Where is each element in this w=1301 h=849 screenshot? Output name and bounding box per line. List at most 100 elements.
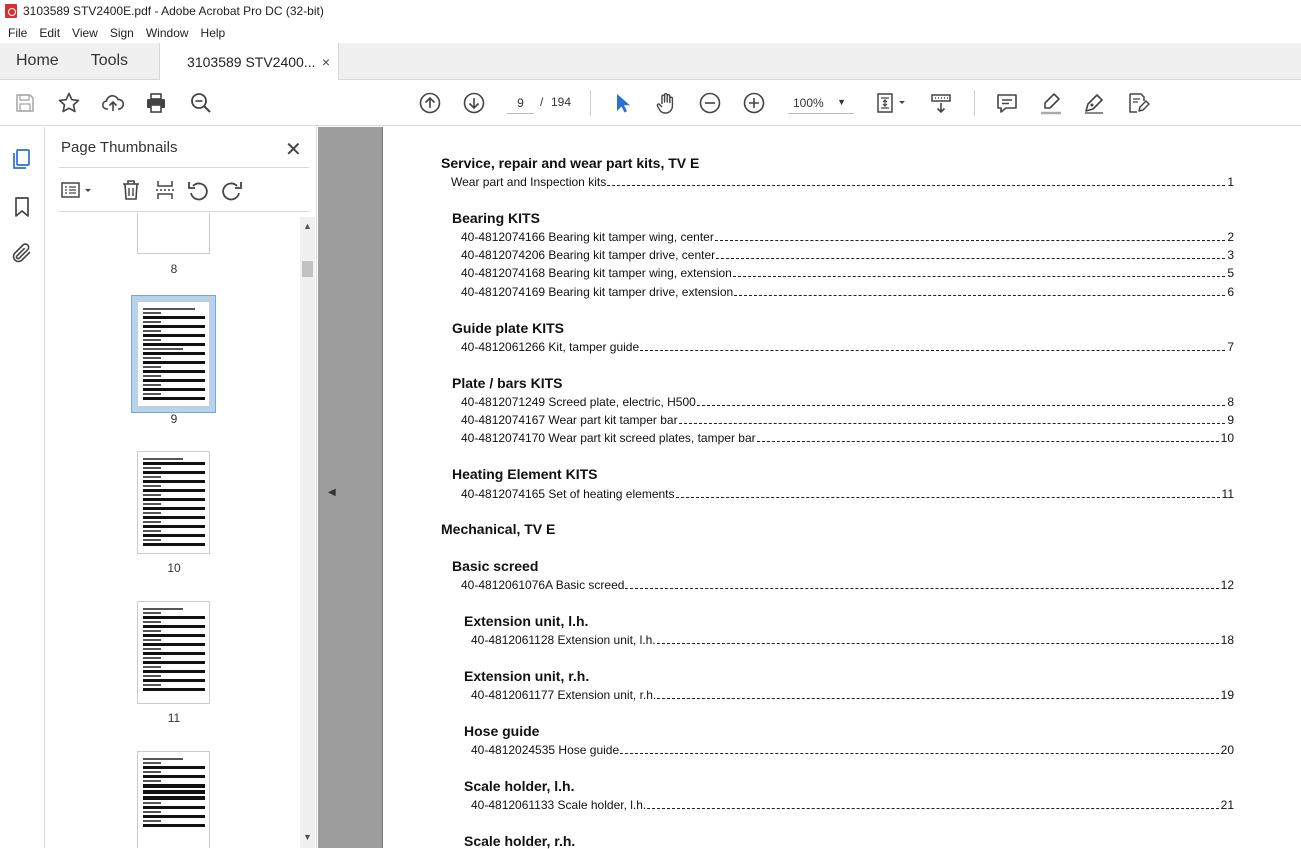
close-panel-icon[interactable]: ✕ bbox=[285, 137, 303, 161]
cloud-upload-icon[interactable] bbox=[100, 90, 126, 116]
next-page-icon[interactable] bbox=[461, 90, 487, 116]
thumbnail-label: 10 bbox=[167, 561, 181, 575]
menu-sign[interactable]: Sign bbox=[104, 26, 140, 40]
save-icon[interactable] bbox=[12, 90, 38, 116]
toc-entry[interactable]: Wear part and Inspection kits 1 bbox=[451, 175, 1234, 189]
print-icon[interactable] bbox=[143, 90, 169, 116]
menu-view[interactable]: View bbox=[66, 26, 104, 40]
toc-subgroup-heading: Extension unit, r.h. bbox=[464, 668, 590, 684]
zoom-in-icon[interactable] bbox=[741, 90, 767, 116]
rotate-right-icon[interactable] bbox=[220, 178, 244, 202]
navigation-rail bbox=[0, 127, 45, 848]
page-thumbnails-icon[interactable] bbox=[10, 147, 34, 171]
comment-icon[interactable] bbox=[994, 90, 1020, 116]
toc-entry[interactable]: 40-4812061128 Extension unit, l.h. 18 bbox=[471, 633, 1234, 647]
toc-subgroup-heading: Extension unit, l.h. bbox=[464, 613, 589, 629]
toc-subgroup-heading: Scale holder, r.h. bbox=[464, 833, 576, 849]
zoom-out-icon[interactable] bbox=[697, 90, 723, 116]
attachment-icon[interactable] bbox=[10, 241, 34, 265]
toc-group-heading: Plate / bars KITS bbox=[452, 375, 563, 391]
thumbnail-list: 8 9 10 11 bbox=[59, 213, 299, 848]
toc-group-heading: Bearing KITS bbox=[452, 210, 540, 226]
menu-edit[interactable]: Edit bbox=[33, 26, 66, 40]
tab-tools[interactable]: Tools bbox=[75, 43, 144, 79]
pdf-page: Service, repair and wear part kits, TV E… bbox=[382, 127, 1301, 849]
fill-sign-icon[interactable] bbox=[1125, 90, 1151, 116]
panel-divider bbox=[59, 211, 309, 212]
star-icon[interactable] bbox=[56, 90, 82, 116]
scrollbar-thumb[interactable] bbox=[302, 261, 313, 277]
toc-entry[interactable]: 40-4812074165 Set of heating elements 11 bbox=[461, 487, 1234, 501]
select-cursor-icon[interactable] bbox=[609, 90, 635, 116]
page-thumbnail-selected[interactable] bbox=[137, 301, 210, 407]
document-viewer: ◀ Service, repair and wear part kits, TV… bbox=[318, 127, 1301, 849]
zoom-level-value: 100% bbox=[793, 96, 824, 110]
scroll-down-icon[interactable]: ▼ bbox=[303, 832, 312, 842]
tab-bar: Home Tools 3103589 STV2400... × bbox=[0, 43, 1301, 80]
toc-group-heading: Heating Element KITS bbox=[452, 466, 598, 482]
toc-section-heading: Mechanical, TV E bbox=[441, 521, 556, 537]
delete-page-icon[interactable] bbox=[119, 178, 143, 202]
thumbnail-label: 11 bbox=[167, 711, 181, 725]
find-zoom-icon[interactable] bbox=[188, 90, 214, 116]
menu-file[interactable]: File bbox=[2, 26, 33, 40]
thumbnails-panel: Page Thumbnails ✕ 8 9 10 11 ▲ ▼ bbox=[45, 127, 317, 848]
toolbar-divider bbox=[590, 90, 591, 116]
toc-group-heading: Guide plate KITS bbox=[452, 320, 565, 336]
toc-entry[interactable]: 40-4812074166 Bearing kit tamper wing, c… bbox=[461, 230, 1234, 244]
thumbnail-options-icon[interactable] bbox=[59, 178, 97, 202]
highlight-icon[interactable] bbox=[1038, 90, 1064, 116]
previous-page-icon[interactable] bbox=[417, 90, 443, 116]
extract-pages-icon[interactable] bbox=[153, 178, 177, 202]
toc-subgroup-heading: Scale holder, l.h. bbox=[464, 778, 575, 794]
toc-entry[interactable]: 40-4812074167 Wear part kit tamper bar 9 bbox=[461, 413, 1234, 427]
toc-entry[interactable]: 40-4812071249 Screed plate, electric, H5… bbox=[461, 395, 1234, 409]
toc-entry[interactable]: 40-4812074170 Wear part kit screed plate… bbox=[461, 431, 1234, 445]
draw-pen-icon[interactable] bbox=[1081, 90, 1107, 116]
page-thumbnail[interactable] bbox=[137, 601, 210, 704]
toc-section-heading: Service, repair and wear part kits, TV E bbox=[441, 155, 700, 171]
page-thumbnail[interactable] bbox=[137, 751, 210, 848]
page-total: 194 bbox=[551, 95, 572, 109]
menu-bar: File Edit View Sign Window Help bbox=[0, 22, 1301, 43]
thumbnail-label: 8 bbox=[170, 262, 178, 276]
toc-entry[interactable]: 40-4812074168 Bearing kit tamper wing, e… bbox=[461, 266, 1234, 280]
page-fit-icon[interactable] bbox=[874, 90, 910, 116]
acrobat-pdf-icon bbox=[5, 4, 17, 18]
collapse-panel-icon[interactable]: ◀ bbox=[328, 487, 336, 498]
toolbar-divider bbox=[974, 90, 975, 116]
page-thumbnail[interactable] bbox=[137, 451, 210, 554]
panel-title: Page Thumbnails bbox=[61, 139, 178, 156]
chevron-down-icon: ▼ bbox=[837, 97, 846, 107]
toc-group-heading: Basic screed bbox=[452, 558, 539, 574]
tab-home[interactable]: Home bbox=[0, 43, 75, 79]
thumbnail-label: 9 bbox=[170, 412, 178, 426]
menu-help[interactable]: Help bbox=[195, 26, 232, 40]
page-separator: / bbox=[540, 95, 544, 109]
thumbnail-scrollbar[interactable]: ▲ ▼ bbox=[300, 217, 315, 848]
tab-document[interactable]: 3103589 STV2400... × bbox=[159, 43, 340, 80]
title-bar: 3103589 STV2400E.pdf - Adobe Acrobat Pro… bbox=[0, 0, 1301, 22]
scroll-mode-icon[interactable] bbox=[928, 90, 954, 116]
scroll-up-icon[interactable]: ▲ bbox=[303, 221, 312, 231]
toc-entry[interactable]: 40-4812074169 Bearing kit tamper drive, … bbox=[461, 285, 1234, 299]
toc-entry[interactable]: 40-4812061266 Kit, tamper guide 7 bbox=[461, 340, 1234, 354]
page-thumbnail[interactable] bbox=[137, 213, 210, 254]
panel-divider bbox=[59, 167, 309, 168]
toc-entry[interactable]: 40-4812061177 Extension unit, r.h. 19 bbox=[471, 688, 1234, 702]
tab-close-button[interactable]: × bbox=[322, 54, 330, 70]
zoom-level-dropdown[interactable]: 100% ▼ bbox=[788, 92, 854, 114]
toc-subgroup-heading: Hose guide bbox=[464, 723, 540, 739]
toc-entry[interactable]: 40-4812061076A Basic screed 12 bbox=[461, 578, 1234, 592]
toc-entry[interactable]: 40-4812074206 Bearing kit tamper drive, … bbox=[461, 248, 1234, 262]
window-title: 3103589 STV2400E.pdf - Adobe Acrobat Pro… bbox=[23, 4, 324, 18]
hand-tool-icon[interactable] bbox=[653, 90, 679, 116]
bookmark-icon[interactable] bbox=[10, 195, 34, 219]
rotate-left-icon[interactable] bbox=[186, 178, 210, 202]
tab-document-label: 3103589 STV2400... bbox=[187, 53, 316, 70]
menu-window[interactable]: Window bbox=[140, 26, 195, 40]
page-number-input[interactable] bbox=[507, 92, 534, 114]
toc-entry[interactable]: 40-4812061133 Scale holder, l.h. 21 bbox=[471, 798, 1234, 812]
toc-entry[interactable]: 40-4812024535 Hose guide 20 bbox=[471, 743, 1234, 757]
toolbar: / 194 100% ▼ bbox=[0, 80, 1301, 126]
